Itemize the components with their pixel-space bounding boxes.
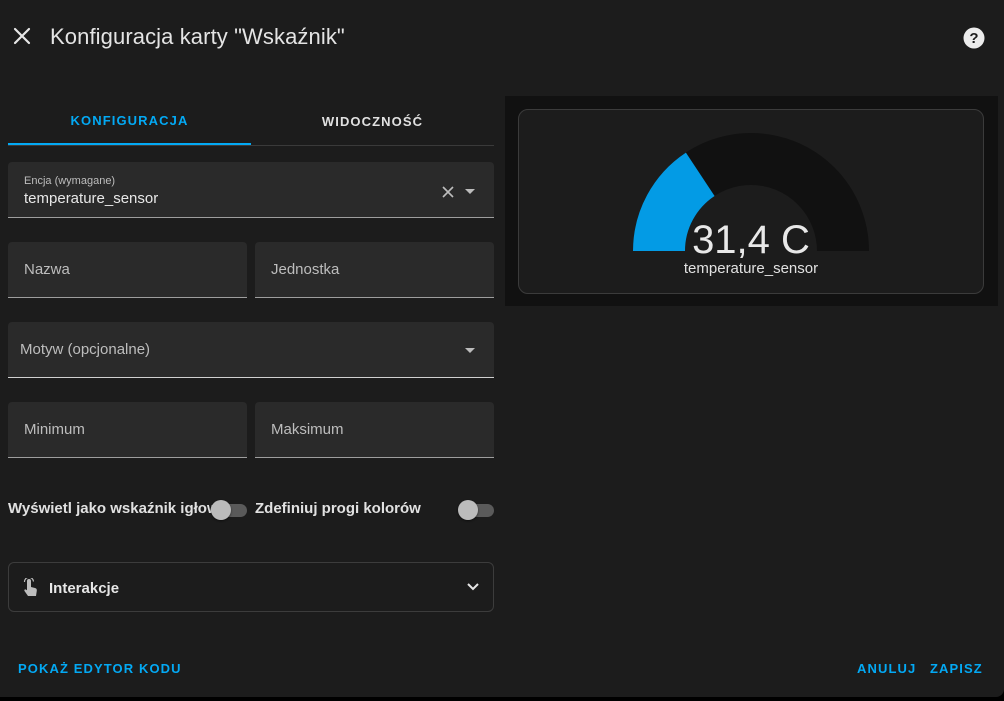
needle-toggle-label: Wyświetl jako wskaźnik igłowy [8, 500, 227, 517]
minimum-label: Minimum [24, 421, 85, 438]
theme-select[interactable]: Motyw (opcjonalne) [8, 322, 494, 378]
tab-visibility[interactable]: WIDOCZNOŚĆ [251, 98, 494, 145]
close-icon [13, 27, 31, 45]
name-label: Nazwa [24, 261, 70, 278]
chevron-down-icon[interactable] [465, 348, 475, 353]
severity-toggle-label: Zdefiniuj progi kolorów [255, 500, 421, 517]
switch-thumb [458, 500, 478, 520]
tab-configuration[interactable]: KONFIGURACJA [8, 98, 251, 145]
help-icon: ? [963, 27, 985, 49]
maximum-field[interactable]: Maksimum [255, 402, 494, 458]
gauge-entity-name: temperature_sensor [683, 260, 819, 277]
save-button[interactable]: ZAPISZ [930, 661, 983, 676]
entity-value: temperature_sensor [24, 190, 159, 207]
help-button[interactable]: ? [962, 26, 986, 50]
gauge-value: 31,4 C [692, 218, 810, 262]
cancel-button[interactable]: ANULUJ [857, 661, 916, 676]
unit-field[interactable]: Jednostka [255, 242, 494, 298]
severity-toggle[interactable] [458, 500, 494, 520]
name-field[interactable]: Nazwa [8, 242, 247, 298]
needle-toggle[interactable] [211, 500, 247, 520]
switch-thumb [211, 500, 231, 520]
interactions-expander[interactable]: Interakcje [8, 562, 494, 612]
svg-text:?: ? [969, 30, 978, 47]
gesture-tap-icon [23, 578, 37, 596]
interactions-label: Interakcje [49, 580, 120, 597]
tab-bar: KONFIGURACJA WIDOCZNOŚĆ [8, 98, 494, 146]
clear-icon[interactable] [441, 185, 455, 199]
dialog-header: Konfiguracja karty "Wskaźnik" ? [0, 0, 1004, 74]
dialog-title: Konfiguracja karty "Wskaźnik" [50, 24, 345, 49]
gauge-card-preview: 31,4 C temperature_sensor [518, 109, 984, 294]
minimum-field[interactable]: Minimum [8, 402, 247, 458]
entity-label: Encja (wymagane) [24, 175, 116, 187]
unit-label: Jednostka [271, 261, 340, 278]
show-code-editor-button[interactable]: POKAŻ EDYTOR KODU [18, 661, 182, 676]
close-button[interactable] [8, 22, 36, 50]
maximum-label: Maksimum [271, 421, 344, 438]
chevron-down-icon[interactable] [465, 189, 475, 194]
theme-label: Motyw (opcjonalne) [20, 341, 151, 358]
entity-picker[interactable]: Encja (wymagane) temperature_sensor [8, 162, 494, 218]
card-config-dialog: Konfiguracja karty "Wskaźnik" ? KONFIGUR… [0, 0, 1004, 697]
chevron-down-icon [467, 583, 479, 591]
